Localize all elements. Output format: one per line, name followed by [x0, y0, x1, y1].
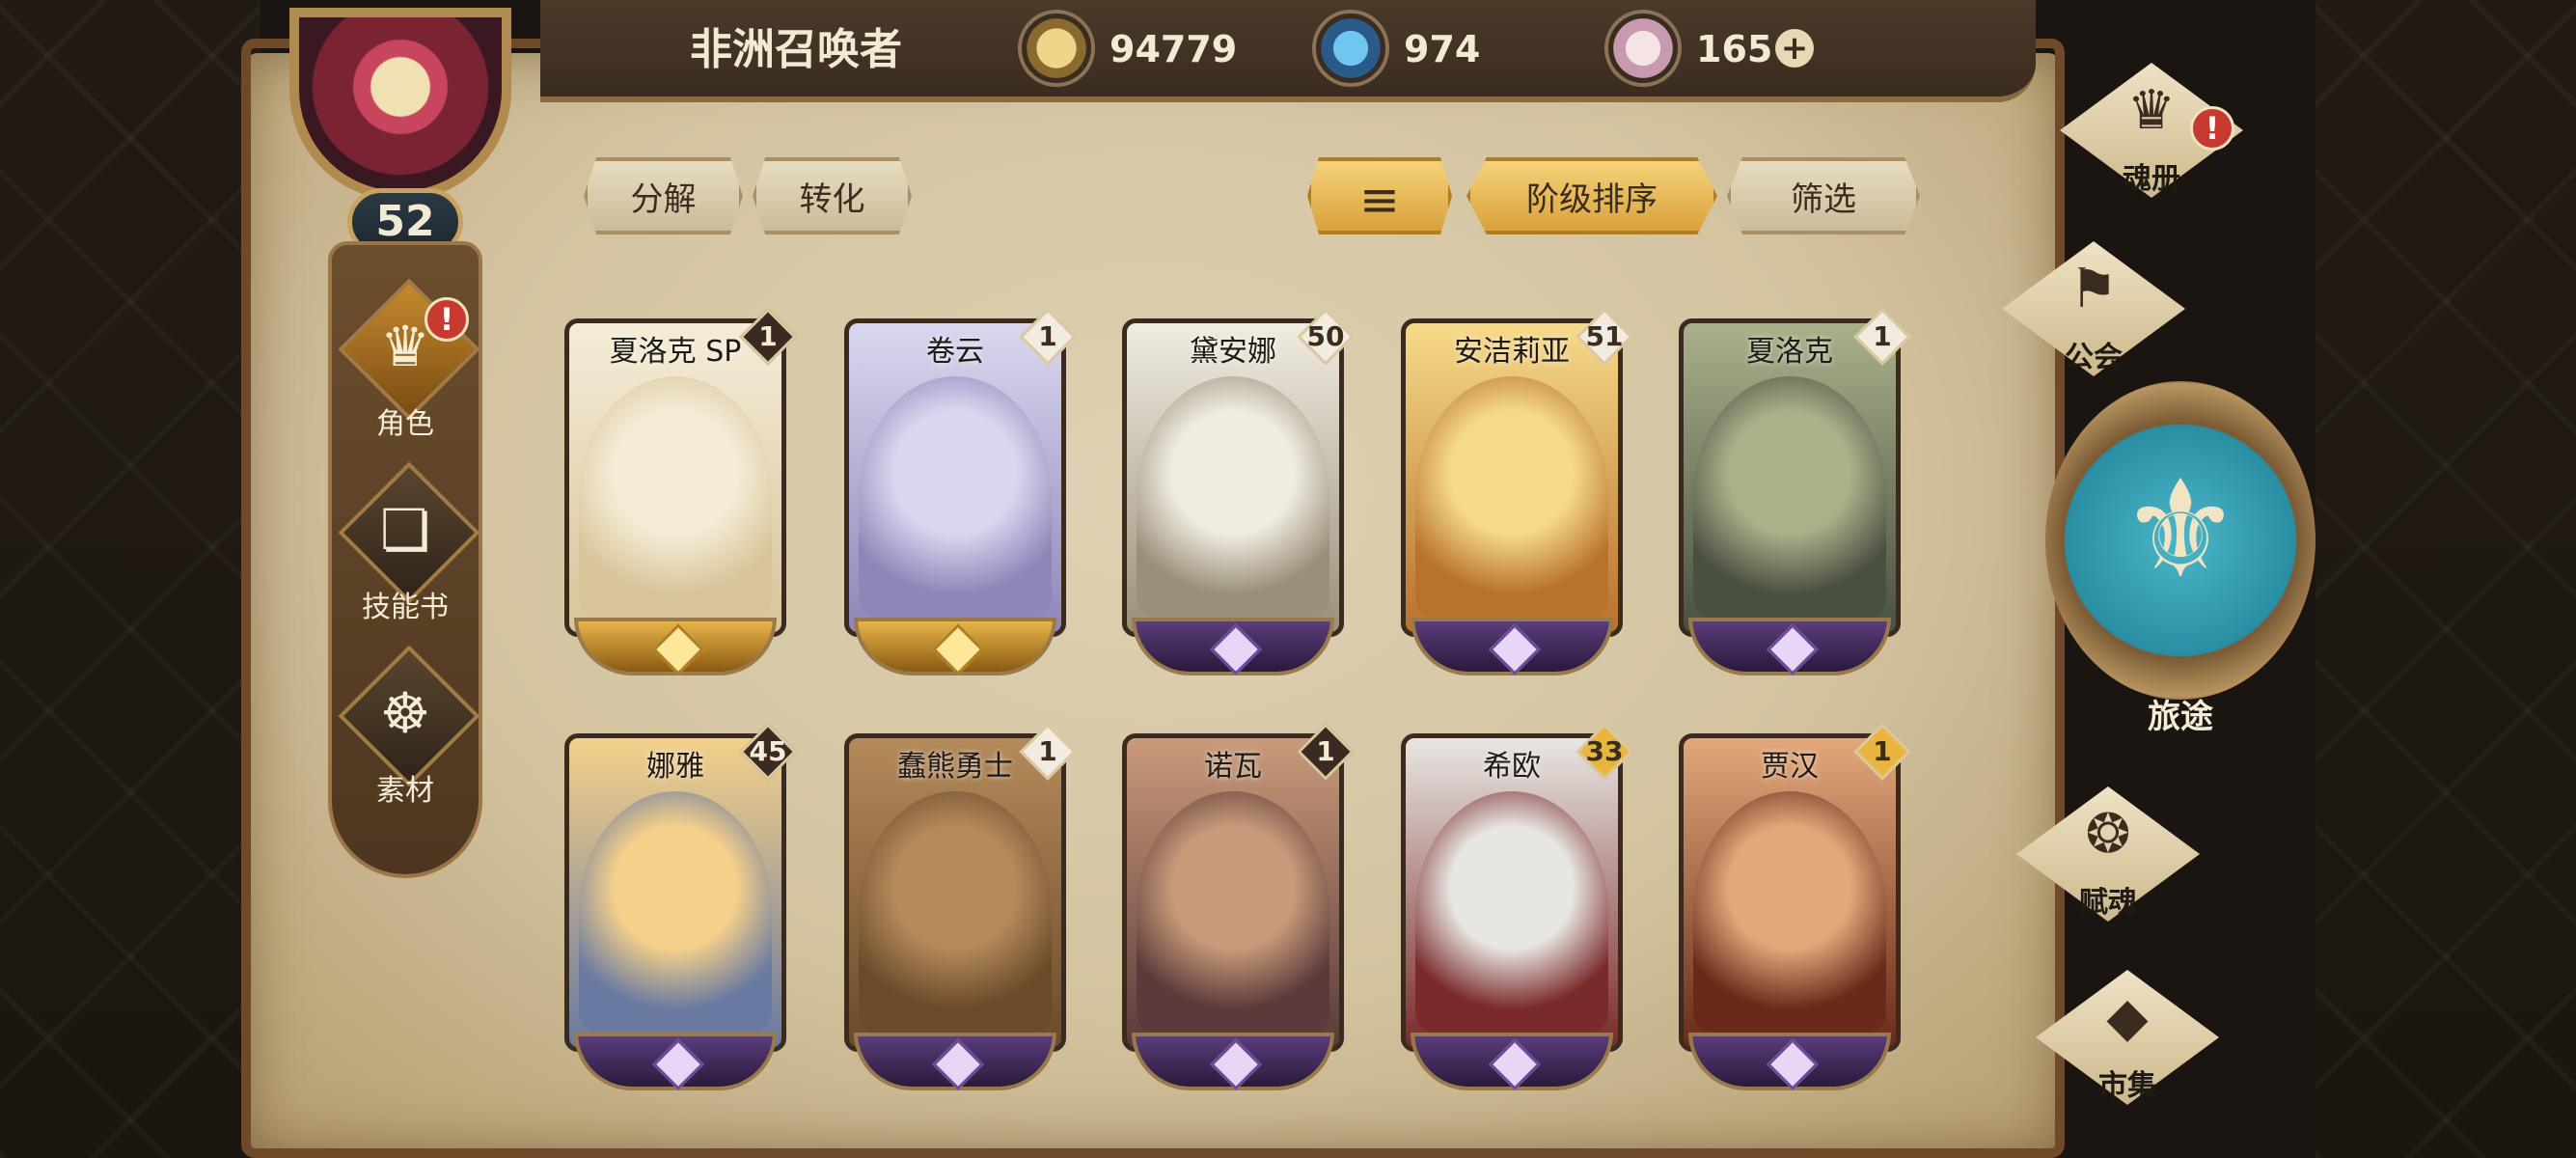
crystal-amount: 974: [1404, 28, 1481, 70]
hero-level-badge: 50: [1297, 308, 1355, 366]
hero-rank-crest: [574, 618, 777, 676]
journey-trident-icon: ⚜: [2120, 452, 2241, 609]
hero-portrait: [1415, 376, 1608, 618]
hero-level-badge: 51: [1576, 308, 1633, 366]
hero-level-badge: 1: [1019, 723, 1077, 781]
character-alert-badge: !: [425, 297, 469, 342]
hero-level: 1: [1316, 735, 1335, 767]
hero-portrait: [859, 376, 1052, 618]
nav-label-soul-infuse: 赋魂: [2079, 886, 2137, 920]
journey-button[interactable]: ⚜ 旅途: [2036, 372, 2325, 758]
hero-card-frame: 安洁莉亚: [1401, 318, 1623, 637]
hero-level-badge: 1: [1297, 723, 1355, 781]
nav-item-material[interactable]: ☸ 素材: [333, 645, 480, 820]
hero-card-frame: 诺瓦: [1122, 733, 1344, 1052]
blue-crystal-icon: [1312, 10, 1389, 87]
nav-label-guild: 公会: [2065, 341, 2123, 374]
gold-amount: 94779: [1110, 28, 1238, 70]
gem-amount: 165: [1696, 28, 1773, 70]
hero-card-frame: 贾汉: [1679, 733, 1901, 1052]
hero-portrait: [1137, 376, 1329, 618]
nav-item-skill-book[interactable]: ❏ 技能书: [333, 461, 480, 637]
hero-rank-crest: [1132, 618, 1334, 676]
market-icon: ◆: [2106, 986, 2149, 1049]
hero-portrait: [1693, 791, 1886, 1033]
hero-level: 1: [1038, 735, 1057, 767]
hero-level-badge: 45: [739, 723, 797, 781]
hero-card-frame: 蠢熊勇士: [844, 733, 1066, 1052]
nav-label-character: 角色: [376, 407, 434, 441]
soul-book-alert-badge: !: [2190, 106, 2234, 151]
journey-label: 旅途: [2148, 698, 2213, 736]
hero-card-frame: 黛安娜: [1122, 318, 1344, 637]
hero-level-badge: 33: [1576, 723, 1633, 781]
hero-level: 51: [1585, 320, 1624, 352]
hero-rank-crest: [1688, 1033, 1891, 1090]
hero-level-badge: 1: [1019, 308, 1077, 366]
nav-item-market[interactable]: ◆ 市集: [2012, 955, 2243, 1119]
hero-portrait: [859, 791, 1052, 1033]
nav-label-skill-book: 技能书: [362, 591, 449, 624]
skill-book-icon: ❏: [380, 497, 430, 563]
material-icon: ☸: [380, 680, 430, 746]
hero-rank-crest: [1688, 618, 1891, 676]
hero-rank-crest: [854, 1033, 1056, 1090]
hero-card[interactable]: 蠢熊勇士 1: [835, 723, 1077, 1100]
sort-order-icon[interactable]: ≡: [1307, 157, 1452, 234]
hero-portrait: [1137, 791, 1329, 1033]
hero-level-badge: 1: [1853, 723, 1911, 781]
hero-card-frame: 卷云: [844, 318, 1066, 637]
decompose-button[interactable]: 分解: [584, 157, 743, 234]
left-background: [0, 0, 260, 1158]
hero-level: 1: [758, 320, 778, 352]
hero-card[interactable]: 黛安娜 50: [1112, 308, 1355, 685]
hero-card[interactable]: 卷云 1: [835, 308, 1077, 685]
nav-item-character[interactable]: ♛ 角色 !: [333, 278, 480, 454]
hero-level: 1: [1038, 320, 1057, 352]
hero-level: 1: [1873, 320, 1892, 352]
hero-portrait: [579, 376, 772, 618]
hero-rank-crest: [574, 1033, 777, 1090]
hero-card-frame: 娜雅: [564, 733, 786, 1052]
nav-item-guild[interactable]: ⚑ 公会: [1978, 227, 2209, 391]
hero-card[interactable]: 贾汉 1: [1669, 723, 1911, 1100]
hero-level: 50: [1306, 320, 1345, 352]
nav-item-soul-infuse[interactable]: ❂ 赋魂: [1992, 772, 2224, 936]
hero-card-frame: 夏洛克 SP: [564, 318, 786, 637]
hero-card[interactable]: 诺瓦 1: [1112, 723, 1355, 1100]
nav-label-soul-book: 魂册: [2123, 162, 2180, 196]
hero-rank-crest: [1411, 1033, 1613, 1090]
player-name: 非洲召唤者: [690, 25, 902, 74]
filter-button[interactable]: 筛选: [1727, 157, 1920, 234]
add-gem-button[interactable]: +: [1775, 29, 1814, 68]
right-background: [2316, 0, 2576, 1158]
hero-portrait: [579, 791, 772, 1033]
hero-card-frame: 夏洛克: [1679, 318, 1901, 637]
hero-level-badge: 1: [739, 308, 797, 366]
hero-card[interactable]: 娜雅 45: [555, 723, 797, 1100]
hero-level: 33: [1585, 735, 1624, 767]
gold-coin-icon: [1018, 10, 1095, 87]
hero-card[interactable]: 希欧 33: [1391, 723, 1633, 1100]
hero-rank-crest: [1132, 1033, 1334, 1090]
pink-gem-icon: [1604, 10, 1682, 87]
hero-portrait: [1415, 791, 1608, 1033]
soul-flame-icon: ❂: [2085, 803, 2131, 866]
guild-flag-icon: ⚑: [2069, 258, 2119, 320]
hero-level-badge: 1: [1853, 308, 1911, 366]
hero-level: 1: [1873, 735, 1892, 767]
hero-portrait: [1693, 376, 1886, 618]
hero-card[interactable]: 安洁莉亚 51: [1391, 308, 1633, 685]
nav-item-soul-book[interactable]: ♛ 魂册 !: [2036, 48, 2267, 212]
nav-label-material: 素材: [376, 774, 434, 808]
hero-card[interactable]: 夏洛克 1: [1669, 308, 1911, 685]
sort-by-tier-button[interactable]: 阶级排序: [1466, 157, 1717, 234]
convert-button[interactable]: 转化: [753, 157, 912, 234]
hero-card-frame: 希欧: [1401, 733, 1623, 1052]
hero-rank-crest: [1411, 618, 1613, 676]
hero-level: 45: [749, 735, 787, 767]
hero-card[interactable]: 夏洛克 SP 1: [555, 308, 797, 685]
nav-label-market: 市集: [2098, 1069, 2156, 1103]
hero-rank-crest: [854, 618, 1056, 676]
